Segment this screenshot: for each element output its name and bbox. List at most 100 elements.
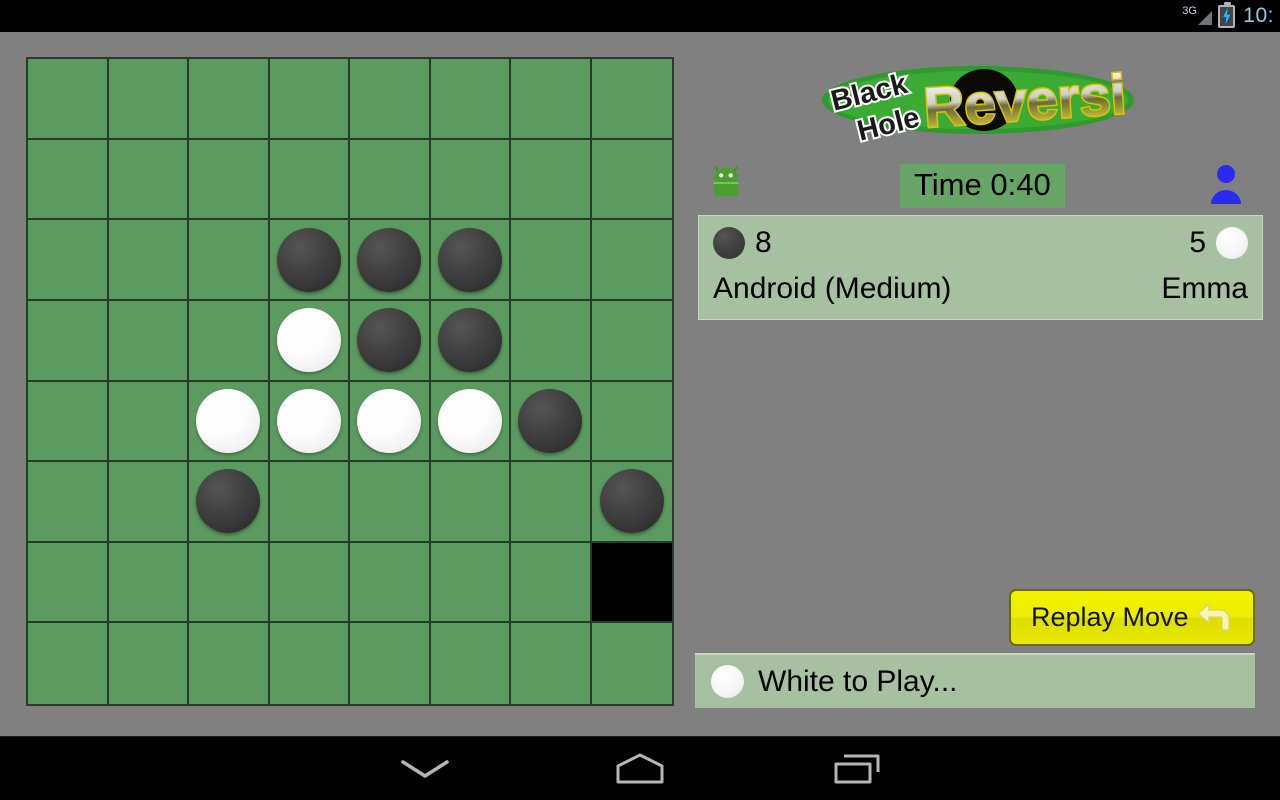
system-nav-bar <box>0 736 1280 800</box>
recents-icon <box>834 754 880 784</box>
white-disc <box>437 388 502 453</box>
board-cell[interactable] <box>189 220 270 301</box>
board-cell[interactable] <box>269 381 350 463</box>
score-row: 8 5 <box>699 216 1262 264</box>
board-cell[interactable] <box>350 623 431 704</box>
replay-move-button[interactable]: Replay Move <box>1009 589 1255 646</box>
board-cell[interactable] <box>189 462 270 543</box>
board-cell[interactable] <box>28 542 109 624</box>
board-cell[interactable] <box>189 623 270 704</box>
board-cell[interactable] <box>511 59 592 140</box>
turn-status-panel: White to Play... <box>695 653 1255 708</box>
board-cell[interactable] <box>269 139 350 221</box>
nav-recents-button[interactable] <box>797 737 917 800</box>
board-cell[interactable] <box>430 542 511 624</box>
black-score: 8 <box>755 226 772 259</box>
board-cell[interactable] <box>430 623 511 704</box>
nav-back-button[interactable] <box>365 737 485 800</box>
board-cell[interactable] <box>350 59 431 140</box>
board-cell[interactable] <box>269 542 350 624</box>
system-status-bar: 3G 10: <box>0 0 1280 32</box>
board-cell[interactable] <box>28 220 109 301</box>
replay-move-label: Replay Move <box>1031 602 1189 632</box>
board-cell[interactable] <box>591 462 672 543</box>
android-robot-icon <box>713 166 739 197</box>
charging-bolt-icon <box>1223 7 1231 25</box>
board-grid[interactable] <box>28 59 672 704</box>
white-disc <box>196 388 261 453</box>
undo-arrow-icon <box>1197 602 1230 631</box>
board-cell[interactable] <box>350 300 431 382</box>
network-type-label: 3G <box>1182 5 1197 17</box>
board-cell[interactable] <box>28 623 109 704</box>
battery-charging-icon <box>1218 1 1236 28</box>
white-score: 5 <box>1189 226 1206 259</box>
board-cell[interactable] <box>350 381 431 463</box>
board-cell[interactable] <box>591 623 672 704</box>
board-cell[interactable] <box>350 462 431 543</box>
board-cell[interactable] <box>108 542 189 624</box>
black-player-name: Android (Medium) <box>713 272 952 305</box>
board-cell[interactable] <box>350 542 431 624</box>
board-cell[interactable] <box>189 300 270 382</box>
board-cell[interactable] <box>269 220 350 301</box>
black-disc <box>518 388 583 453</box>
board-cell[interactable] <box>511 139 592 221</box>
board-cell[interactable] <box>430 381 511 463</box>
score-left: 8 <box>713 226 772 260</box>
board-cell[interactable] <box>591 59 672 140</box>
board-cell[interactable] <box>591 300 672 382</box>
board-cell[interactable] <box>350 139 431 221</box>
white-disc <box>357 388 422 453</box>
board-cell[interactable] <box>430 462 511 543</box>
board-cell[interactable] <box>511 623 592 704</box>
board-cell[interactable] <box>108 139 189 221</box>
board-cell[interactable] <box>189 381 270 463</box>
player-names-row: Android (Medium) Emma <box>699 264 1262 314</box>
board-cell[interactable] <box>189 59 270 140</box>
board-cell[interactable] <box>430 139 511 221</box>
board-cell[interactable] <box>189 139 270 221</box>
logo-line-3: Reversi <box>922 62 1128 139</box>
person-icon <box>1211 165 1241 204</box>
board-cell[interactable] <box>269 59 350 140</box>
status-bar-indicators: 3G 10: <box>1182 1 1280 28</box>
board-cell[interactable] <box>108 220 189 301</box>
board-cell[interactable] <box>269 462 350 543</box>
game-timer: Time 0:40 <box>900 164 1065 208</box>
board-cell[interactable] <box>108 300 189 382</box>
board-cell[interactable] <box>28 381 109 463</box>
board-cell[interactable] <box>430 300 511 382</box>
board-cell[interactable] <box>28 59 109 140</box>
reversi-board[interactable] <box>26 57 674 706</box>
board-cell[interactable] <box>28 462 109 543</box>
board-cell[interactable] <box>511 300 592 382</box>
white-disc <box>276 388 341 453</box>
board-cell[interactable] <box>511 381 592 463</box>
board-cell[interactable] <box>511 462 592 543</box>
board-cell[interactable] <box>28 139 109 221</box>
board-cell[interactable] <box>350 220 431 301</box>
board-cell[interactable] <box>269 300 350 382</box>
board-cell[interactable] <box>511 542 592 624</box>
board-cell[interactable] <box>430 220 511 301</box>
status-white-disc-icon <box>711 665 744 698</box>
board-cell[interactable] <box>108 462 189 543</box>
board-cell[interactable] <box>591 220 672 301</box>
board-cell[interactable] <box>108 623 189 704</box>
black-disc-icon <box>713 227 745 259</box>
app-root: 3G 10: Black Hole Reversi Time 0:40 8 5 … <box>0 0 1280 800</box>
board-cell[interactable] <box>591 381 672 463</box>
white-disc-icon <box>1216 227 1248 259</box>
board-cell[interactable] <box>108 381 189 463</box>
board-cell[interactable] <box>28 300 109 382</box>
nav-home-button[interactable] <box>580 737 700 800</box>
board-cell[interactable] <box>511 220 592 301</box>
black-disc <box>357 227 422 292</box>
board-cell[interactable] <box>108 59 189 140</box>
board-cell[interactable] <box>591 139 672 221</box>
board-cell[interactable] <box>430 59 511 140</box>
board-cell[interactable] <box>189 542 270 624</box>
board-cell[interactable] <box>269 623 350 704</box>
board-cell-black-hole[interactable] <box>591 542 672 624</box>
